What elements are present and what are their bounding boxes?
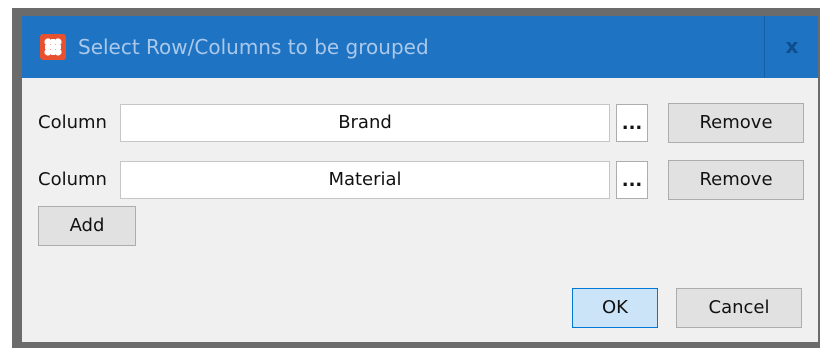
column-field-brand[interactable]: Brand — [120, 104, 610, 142]
group-dialog: Select Row/Columns to be grouped x Colum… — [12, 8, 820, 348]
window-title: Select Row/Columns to be grouped — [78, 35, 429, 59]
remove-button-brand[interactable]: Remove — [668, 103, 804, 143]
ok-button[interactable]: OK — [572, 288, 658, 328]
column-label: Column — [38, 169, 107, 190]
close-button[interactable]: x — [764, 16, 818, 78]
column-label: Column — [38, 112, 107, 133]
add-button[interactable]: Add — [38, 206, 136, 246]
remove-button-material[interactable]: Remove — [668, 160, 804, 200]
title-bar[interactable]: Select Row/Columns to be grouped x — [22, 16, 818, 78]
dialog-body: Column Brand ... Remove Column Material … — [22, 78, 818, 342]
close-icon: x — [785, 34, 799, 58]
cancel-button[interactable]: Cancel — [676, 288, 802, 328]
column-field-material[interactable]: Material — [120, 161, 610, 199]
browse-button-brand[interactable]: ... — [616, 104, 648, 142]
app-grid-icon — [40, 34, 66, 60]
browse-button-material[interactable]: ... — [616, 161, 648, 199]
